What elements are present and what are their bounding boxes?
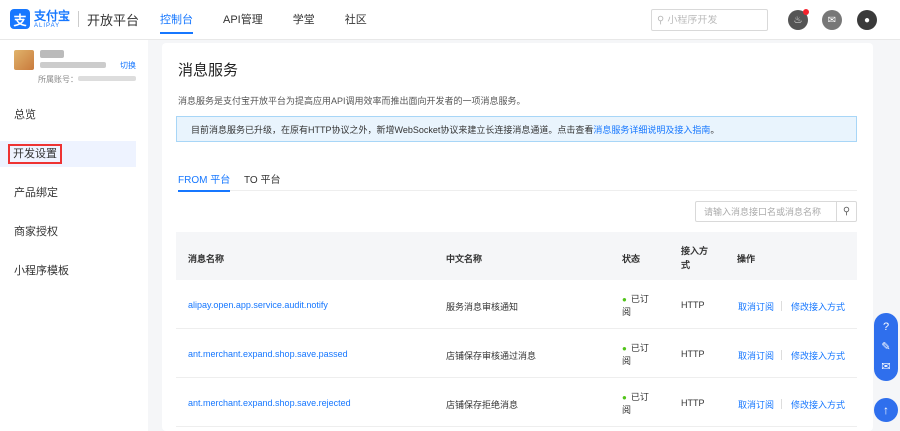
search-button[interactable]: ⚲ xyxy=(836,202,856,221)
message-name-link[interactable]: ant.merchant.expand.shop.save.passed xyxy=(188,349,348,359)
status-dot-icon: ● xyxy=(622,393,627,402)
owner-account-redacted xyxy=(78,76,136,81)
unsubscribe-link[interactable]: 取消订阅 xyxy=(738,300,774,313)
sidebar-item-overview[interactable]: 总览 xyxy=(0,102,136,128)
message-search-box: ⚲ xyxy=(695,201,857,222)
modify-access-link[interactable]: 修改接入方式 xyxy=(791,349,845,362)
header-message-name: 消息名称 xyxy=(188,254,225,264)
modify-access-link[interactable]: 修改接入方式 xyxy=(791,398,845,411)
operation-divider xyxy=(781,350,782,360)
unsubscribe-link[interactable]: 取消订阅 xyxy=(738,349,774,362)
sidebar-item-label: 小程序模板 xyxy=(14,265,69,277)
sidebar-item-merchant-auth[interactable]: 商家授权 xyxy=(0,219,136,245)
back-to-top-button[interactable]: ↑ xyxy=(874,398,898,422)
alipay-logo-icon: 支 xyxy=(10,9,30,29)
table-row: alipay.open.app.service.audit.notify 服务消… xyxy=(176,280,857,329)
page-description: 消息服务是支付宝开放平台为提高应用API调用效率而推出面向开发者的一项消息服务。 xyxy=(178,96,526,106)
top-search-input[interactable] xyxy=(667,14,763,26)
header-access-method: 接入方式 xyxy=(681,246,709,270)
unsubscribe-link[interactable]: 取消订阅 xyxy=(738,398,774,411)
status-badge: ● 已订阅 xyxy=(622,293,656,319)
tab-from-platform[interactable]: FROM 平台 xyxy=(178,171,231,192)
message-chinese-name: 服务消息审核通知 xyxy=(446,302,519,312)
help-icon[interactable]: ? xyxy=(883,321,889,333)
access-method: HTTP xyxy=(681,398,705,408)
avatar xyxy=(14,50,34,70)
header-operations: 操作 xyxy=(737,254,756,264)
table-header: 消息名称 中文名称 状态 接入方式 操作 xyxy=(176,232,857,280)
status-dot-icon: ● xyxy=(622,295,627,304)
nav-item-academy[interactable]: 学堂 xyxy=(293,0,315,40)
switch-account-link[interactable]: 切换 xyxy=(120,60,136,71)
sidebar-item-label: 总览 xyxy=(14,109,36,121)
table-row: ant.merchant.expand.shop.save.rejected 店… xyxy=(176,378,857,427)
sidebar-item-dev-settings[interactable]: 开发设置 xyxy=(0,141,136,167)
notification-dot xyxy=(803,9,809,15)
alipay-logo[interactable]: 支 支付宝 ALIPAY 开放平台 xyxy=(10,9,139,29)
user-icon[interactable]: ● xyxy=(857,10,877,30)
tab-to-platform[interactable]: TO 平台 xyxy=(244,171,280,191)
account-id-redacted xyxy=(40,62,106,68)
table-row: ant.merchant.expand.shop.save.passed 店铺保… xyxy=(176,329,857,378)
sidebar-item-mini-program-template[interactable]: 小程序模板 xyxy=(0,258,136,284)
top-search-box[interactable]: ⚲ xyxy=(651,9,768,31)
status-dot-icon: ● xyxy=(622,344,627,353)
sidebar: 切换 所属账号： 总览 开发设置 产品绑定 商家授权 小程序模板 xyxy=(0,40,148,431)
search-icon: ⚲ xyxy=(657,14,665,26)
operation-divider xyxy=(781,399,782,409)
top-navigation-bar: 支 支付宝 ALIPAY 开放平台 控制台 API管理 学堂 社区 ⚲ ♨ ✉ … xyxy=(0,0,900,40)
header-chinese-name: 中文名称 xyxy=(446,254,483,264)
modify-access-link[interactable]: 修改接入方式 xyxy=(791,300,845,313)
upgrade-notice: 目前消息服务已升级，在原有HTTP协议之外，新增WebSocket协议来建立长连… xyxy=(176,116,857,142)
sidebar-item-label: 开发设置 xyxy=(8,144,62,164)
logo-name-en: ALIPAY xyxy=(34,22,61,29)
header-status: 状态 xyxy=(622,254,641,264)
chat-icon[interactable]: ✎ xyxy=(881,340,890,353)
notice-text: 目前消息服务已升级，在原有HTTP协议之外，新增WebSocket协议来建立长连… xyxy=(191,124,594,135)
platform-tabs: FROM 平台 TO 平台 xyxy=(178,165,857,192)
notice-end: 。 xyxy=(710,124,720,135)
feedback-icon[interactable]: ✉ xyxy=(881,360,890,373)
message-name-link[interactable]: alipay.open.app.service.audit.notify xyxy=(188,300,328,310)
logo-name-cn: 支付宝 xyxy=(34,8,71,23)
account-name-redacted xyxy=(40,50,64,58)
main-content: 消息服务 消息服务是支付宝开放平台为提高应用API调用效率而推出面向开发者的一项… xyxy=(162,43,873,431)
logo-text: 支付宝 ALIPAY xyxy=(34,10,70,29)
message-name-link[interactable]: ant.merchant.expand.shop.save.rejected xyxy=(188,398,351,408)
message-icon[interactable]: ✉ xyxy=(822,10,842,30)
sidebar-item-label: 商家授权 xyxy=(14,226,58,238)
status-badge: ● 已订阅 xyxy=(622,391,656,417)
access-method: HTTP xyxy=(681,300,705,310)
search-icon: ⚲ xyxy=(842,206,851,217)
page-title: 消息服务 xyxy=(178,62,239,79)
sidebar-item-label: 产品绑定 xyxy=(14,187,58,199)
owner-label: 所属账号： xyxy=(38,75,78,84)
platform-title: 开放平台 xyxy=(87,12,140,28)
message-chinese-name: 店铺保存审核通过消息 xyxy=(446,351,537,361)
bell-icon[interactable]: ♨ xyxy=(788,9,809,30)
logo-divider xyxy=(78,11,80,27)
main-nav: 控制台 API管理 学堂 社区 xyxy=(160,0,397,40)
nav-item-console[interactable]: 控制台 xyxy=(160,0,193,40)
nav-item-api[interactable]: API管理 xyxy=(223,0,263,40)
notice-guide-link[interactable]: 消息服务详细说明及接入指南 xyxy=(593,123,710,136)
nav-item-community[interactable]: 社区 xyxy=(345,0,367,40)
status-badge: ● 已订阅 xyxy=(622,342,656,368)
access-method: HTTP xyxy=(681,349,705,359)
floating-toolbar: ? ✎ ✉ xyxy=(874,313,898,381)
operation-divider xyxy=(781,301,782,311)
arrow-up-icon: ↑ xyxy=(883,403,889,417)
account-info: 切换 所属账号： xyxy=(14,48,142,88)
message-search-input[interactable] xyxy=(696,202,836,221)
message-chinese-name: 店铺保存拒绝消息 xyxy=(446,400,519,410)
sidebar-item-product-binding[interactable]: 产品绑定 xyxy=(0,180,136,206)
